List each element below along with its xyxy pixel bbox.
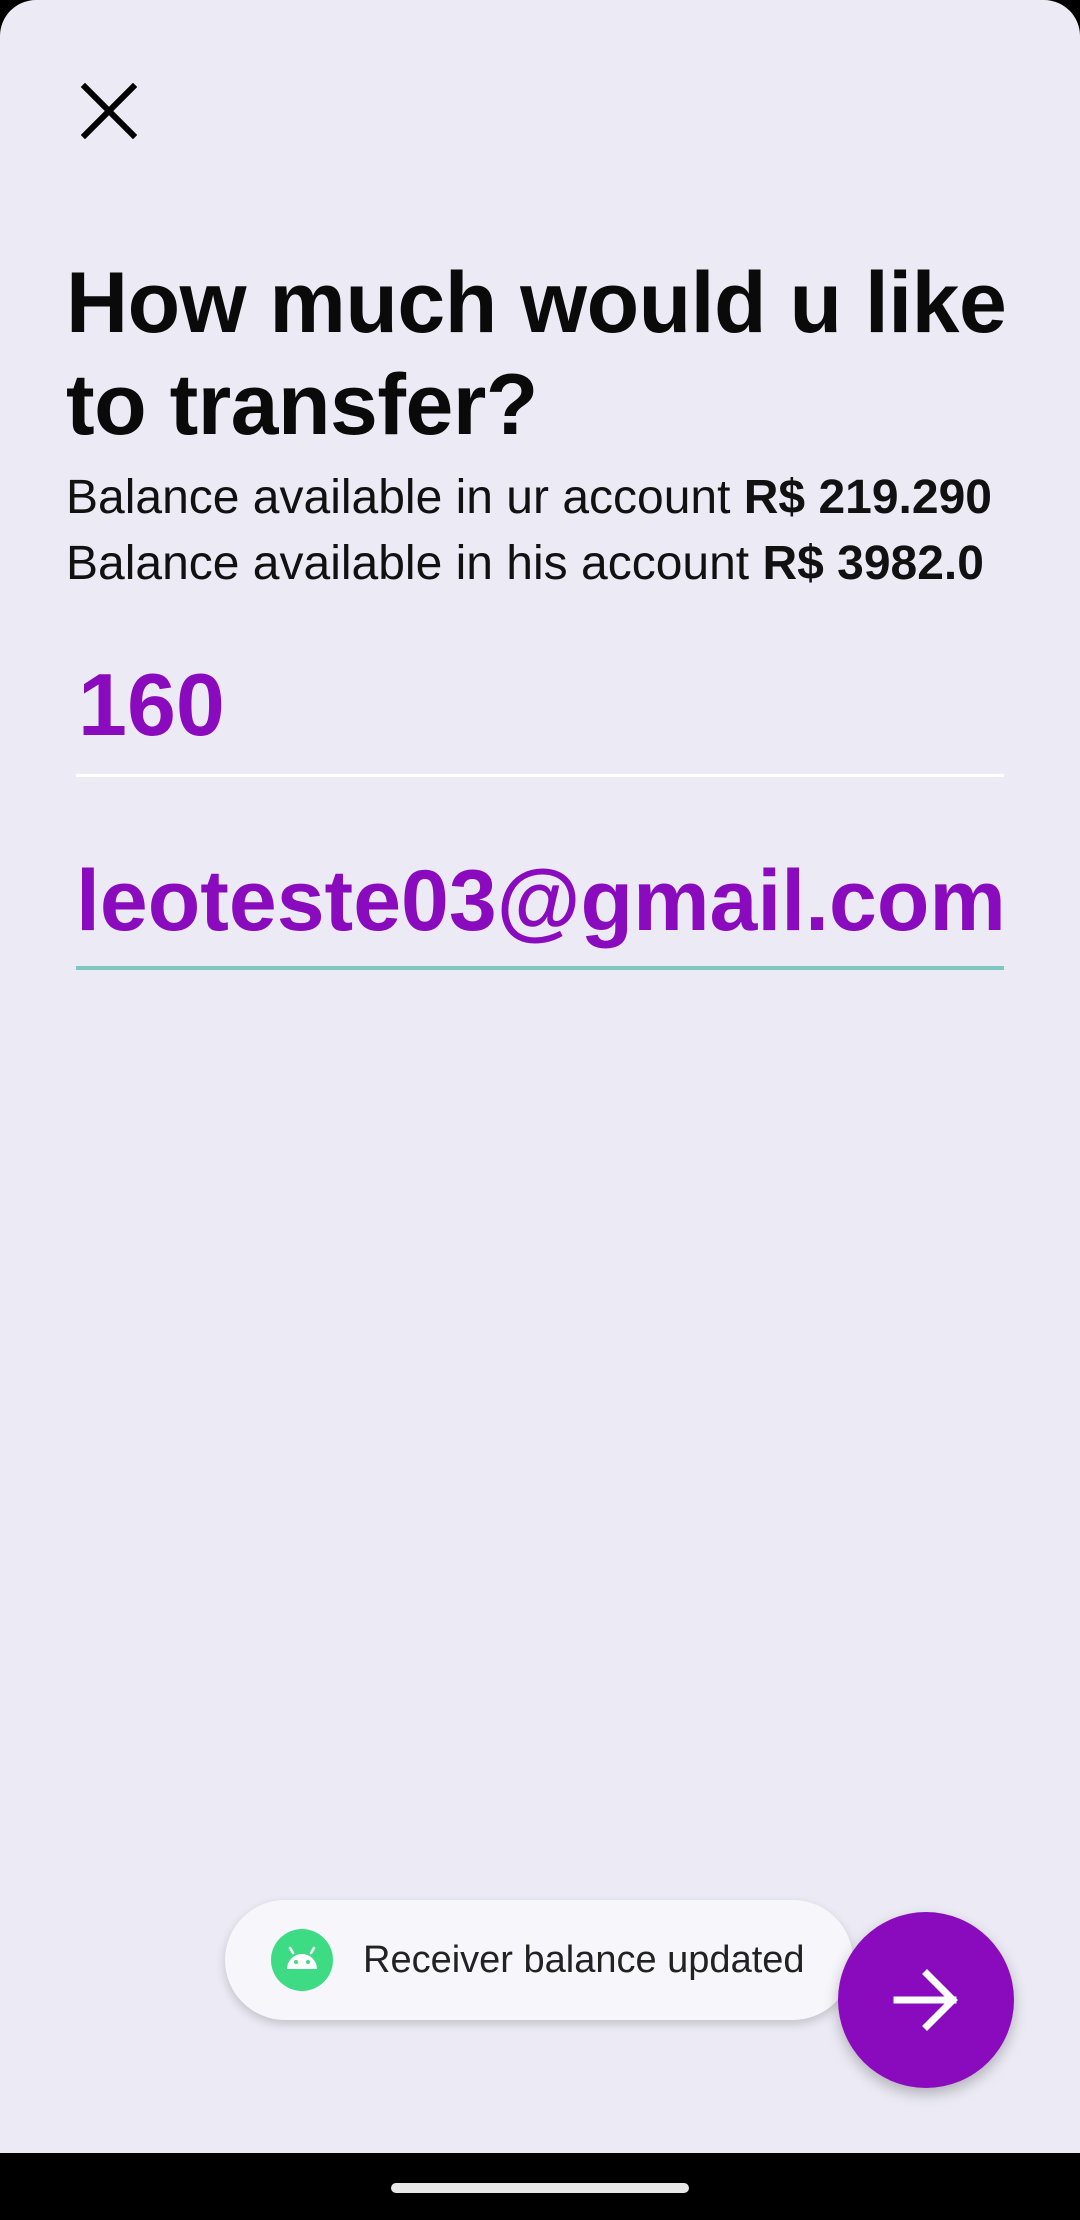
own-balance-line: Balance available in ur account R$ 219.2… xyxy=(66,466,1014,530)
close-icon xyxy=(81,83,137,139)
own-balance-label: Balance available in ur account xyxy=(66,471,744,524)
transfer-screen: How much would u like to transfer? Balan… xyxy=(0,0,1080,2153)
android-icon xyxy=(271,1929,333,1991)
receiver-balance-line: Balance available in his account R$ 3982… xyxy=(66,532,1014,596)
email-underline xyxy=(76,966,1004,970)
home-indicator[interactable] xyxy=(391,2183,689,2193)
navigation-bar xyxy=(0,2153,1080,2220)
amount-underline xyxy=(76,774,1004,777)
toast-message: Receiver balance updated xyxy=(225,1900,853,2020)
receiver-balance-label: Balance available in his account xyxy=(66,537,763,590)
amount-input[interactable]: 160 xyxy=(76,650,1004,777)
close-button[interactable] xyxy=(66,68,152,154)
next-button[interactable] xyxy=(838,1912,1014,2088)
arrow-right-icon xyxy=(893,1969,958,2031)
email-input[interactable]: leoteste03@gmail.com xyxy=(76,846,1004,970)
receiver-balance-amount: R$ 3982.0 xyxy=(762,537,984,590)
page-title: How much would u like to transfer? xyxy=(66,255,1007,453)
own-balance-amount: R$ 219.290 xyxy=(743,471,992,524)
amount-value[interactable]: 160 xyxy=(76,650,1004,760)
email-value[interactable]: leoteste03@gmail.com xyxy=(76,846,1004,956)
toast-text: Receiver balance updated xyxy=(363,1938,805,1981)
